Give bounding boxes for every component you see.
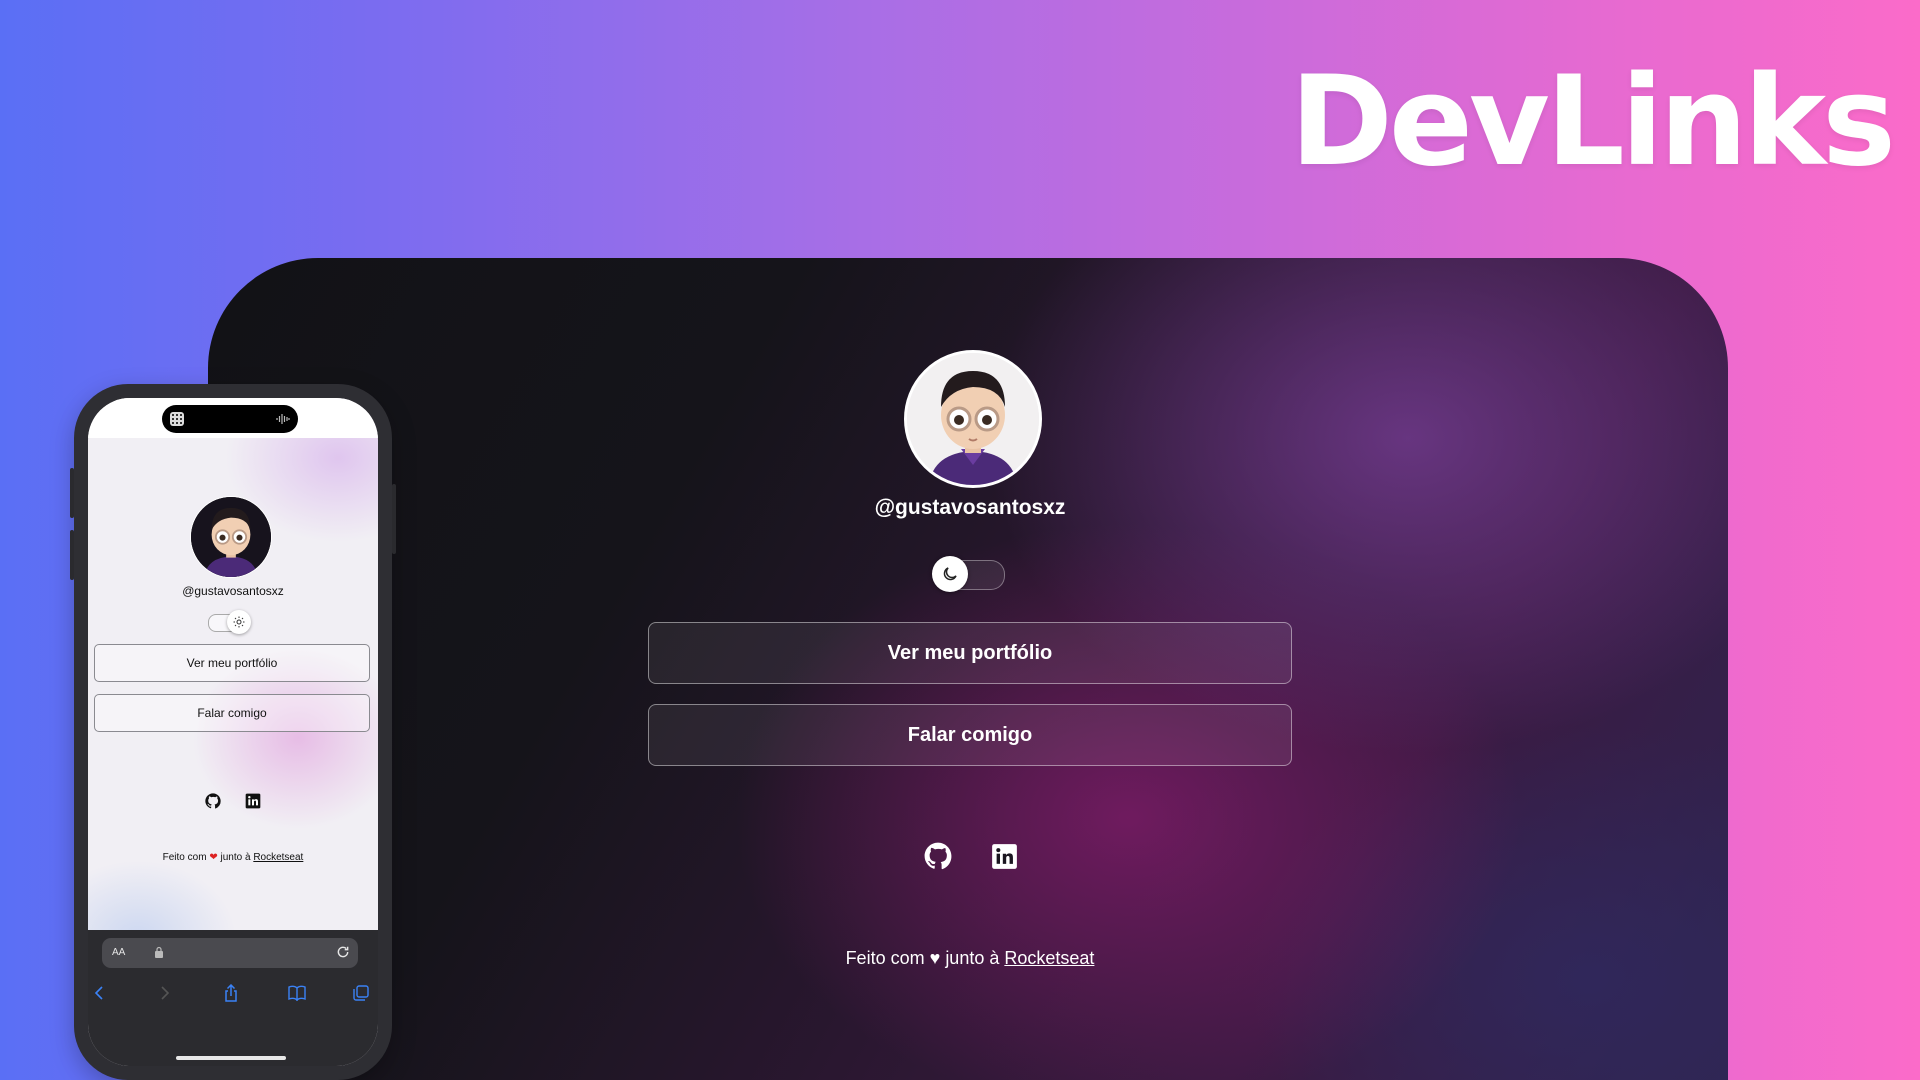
theme-toggle[interactable]: [208, 610, 251, 634]
linkedin-icon: [991, 843, 1017, 869]
github-icon: [205, 793, 221, 809]
github-icon: [924, 842, 952, 870]
desktop-preview: @gustavosantosxz Ver meu portfólio Falar…: [208, 258, 1728, 1080]
profile-username: @gustavosantosxz: [182, 584, 284, 598]
back-button[interactable]: [90, 984, 108, 1002]
browser-toolbar: AA: [88, 930, 378, 1066]
previous-tab-edge: [92, 937, 100, 967]
phone-side-button: [70, 468, 74, 518]
linkedin-icon: [245, 793, 261, 809]
phone-side-button: [70, 530, 74, 580]
portfolio-button[interactable]: Ver meu portfólio: [648, 622, 1292, 684]
footer-prefix: Feito com: [845, 948, 925, 968]
github-link[interactable]: [204, 792, 222, 810]
heart-icon: ♥: [929, 948, 941, 968]
github-link[interactable]: [924, 842, 952, 870]
bookmarks-button[interactable]: [288, 984, 306, 1002]
theme-toggle[interactable]: [932, 556, 1005, 592]
profile-username: @gustavosantosxz: [874, 496, 1066, 519]
avatar: [904, 350, 1042, 488]
home-indicator: [176, 1056, 286, 1060]
linkedin-link[interactable]: [990, 842, 1018, 870]
avatar: [190, 496, 272, 578]
share-button[interactable]: [222, 984, 240, 1002]
rocketseat-link[interactable]: Rocketseat: [1004, 948, 1094, 968]
footer-credit: Feito com ❤ junto à Rocketseat: [98, 852, 368, 863]
tabs-button[interactable]: [352, 984, 370, 1002]
tabs-icon: [353, 985, 369, 1001]
forward-button[interactable]: [156, 984, 174, 1002]
portfolio-button[interactable]: Ver meu portfólio: [94, 644, 370, 682]
text-size-button[interactable]: AA: [112, 947, 125, 958]
lock-icon: [155, 946, 163, 958]
phone-power-button: [392, 484, 396, 554]
rocketseat-link[interactable]: Rocketseat: [253, 852, 303, 863]
status-bar: [88, 398, 378, 438]
chevron-left-icon: [94, 986, 103, 1000]
phone-mockup: @gustavosantosxz Ver meu portfólio Falar…: [70, 384, 396, 1080]
dynamic-island: [162, 405, 298, 433]
footer-middle: junto à: [220, 852, 251, 863]
share-icon: [225, 984, 237, 1002]
theme-toggle-knob[interactable]: [932, 556, 968, 592]
app-grid-icon: [170, 412, 184, 426]
phone-screen: @gustavosantosxz Ver meu portfólio Falar…: [88, 398, 378, 1066]
linkedin-link[interactable]: [244, 792, 262, 810]
avatar-illustration: [191, 497, 271, 577]
sun-icon: [233, 616, 245, 628]
audio-wave-icon: [276, 414, 290, 424]
contact-button[interactable]: Falar comigo: [648, 704, 1292, 766]
footer-credit: Feito com ♥ junto à Rocketseat: [648, 948, 1292, 969]
heart-icon: ❤: [209, 852, 218, 863]
book-icon: [288, 985, 306, 1001]
avatar-illustration: [907, 353, 1039, 485]
contact-button[interactable]: Falar comigo: [94, 694, 370, 732]
footer-middle: junto à: [945, 948, 1000, 968]
moon-icon: [943, 567, 957, 581]
chevron-right-icon: [161, 986, 170, 1000]
theme-toggle-knob[interactable]: [227, 610, 251, 634]
address-bar[interactable]: AA: [102, 938, 358, 968]
reload-icon[interactable]: [336, 945, 350, 959]
footer-prefix: Feito com: [162, 852, 207, 863]
brand-title: DevLinks: [1290, 50, 1896, 194]
